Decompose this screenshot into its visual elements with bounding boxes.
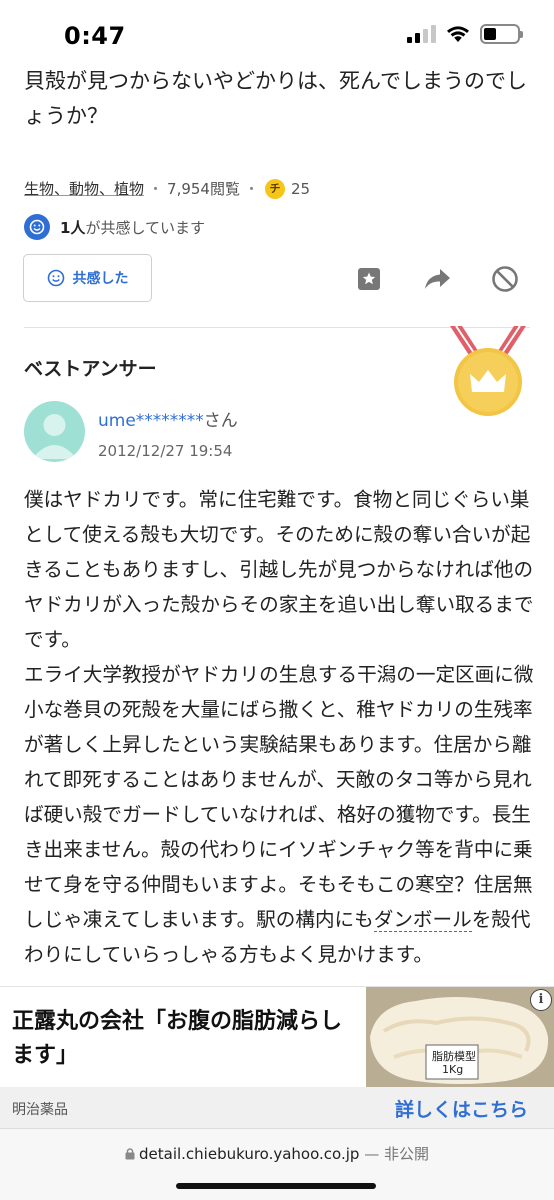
ad-headline[interactable]: 正露丸の会社「お腹の脂肪減らします」 — [12, 1005, 358, 1073]
home-indicator[interactable] — [176, 1183, 376, 1189]
answer-date: 2012/12/27 19:54 — [98, 442, 233, 460]
status-bar: 0:47 — [0, 0, 554, 72]
ad-image-weight: 1Kg — [442, 1063, 464, 1076]
empathy-summary: 1人 が共感しています — [24, 214, 205, 240]
status-icons — [407, 24, 523, 44]
ad-info-icon[interactable]: i — [530, 989, 552, 1011]
answer-body: 僕はヤドカリです。常に住宅難です。食物と同じぐらい巣として使える殻も大切です。そ… — [24, 482, 536, 988]
best-answer-title: ベストアンサー — [24, 358, 157, 380]
ad-image[interactable]: 脂肪模型 1Kg i — [366, 987, 554, 1087]
gold-medal-icon — [450, 326, 526, 416]
coin-count: 25 — [291, 179, 311, 198]
empathy-suffix: が共感しています — [85, 218, 205, 237]
url-domain[interactable]: detail.chiebukuro.yahoo.co.jp — [139, 1145, 359, 1163]
url-separator: — — [359, 1145, 384, 1163]
answerer-id[interactable]: ume******** — [98, 411, 204, 431]
block-icon[interactable] — [488, 262, 522, 296]
view-count: 7,954閲覧 — [167, 180, 240, 198]
bookmark-icon[interactable] — [352, 262, 386, 296]
privacy-label: 非公開 — [383, 1145, 429, 1163]
share-icon[interactable] — [420, 262, 454, 296]
category-link[interactable]: 生物、動物、植物 — [24, 178, 144, 199]
ad-footer: 明治薬品 詳しくはこちら — [0, 1087, 554, 1129]
honorific: さん — [203, 411, 238, 431]
ad-image-label: 脂肪模型 — [432, 1050, 476, 1063]
answerer-name[interactable]: ume********さん — [98, 406, 238, 431]
answer-text: 僕はヤドカリです。常に住宅難です。食物と同じぐらい巣として使える殻も大切です。そ… — [24, 488, 534, 931]
meta-separator: ・ — [243, 180, 259, 198]
keyword-link[interactable]: ダンボール — [373, 908, 472, 932]
avatar[interactable] — [24, 401, 85, 462]
url-bar[interactable]: detail.chiebukuro.yahoo.co.jp — 非公開 — [0, 1128, 554, 1200]
ad-cta-link[interactable]: 詳しくはこちら — [395, 1095, 528, 1122]
battery-icon — [480, 24, 523, 44]
ad-sponsor: 明治薬品 — [12, 1102, 68, 1118]
question-text: 貝殻が見つからないやどかりは、死んでしまうのでしょうか？ — [24, 69, 527, 128]
chie-coin-icon: チ — [265, 178, 285, 199]
lock-icon — [125, 1148, 135, 1160]
smile-icon — [24, 214, 50, 240]
question-meta: 生物、動物、植物 ・ 7,954閲覧 ・ チ 25 — [24, 178, 310, 199]
status-time: 0:47 — [64, 22, 126, 50]
ad-banner[interactable]: 正露丸の会社「お腹の脂肪減らします」 脂肪模型 1Kg i 明治薬品 詳しくはこ… — [0, 986, 554, 1129]
meta-separator: ・ — [148, 180, 164, 198]
question-actions — [0, 262, 554, 296]
cellular-signal-icon — [407, 25, 436, 43]
empathy-count: 1人 — [60, 218, 86, 237]
wifi-icon — [447, 26, 469, 42]
url-text[interactable]: detail.chiebukuro.yahoo.co.jp — 非公開 — [0, 1143, 554, 1164]
